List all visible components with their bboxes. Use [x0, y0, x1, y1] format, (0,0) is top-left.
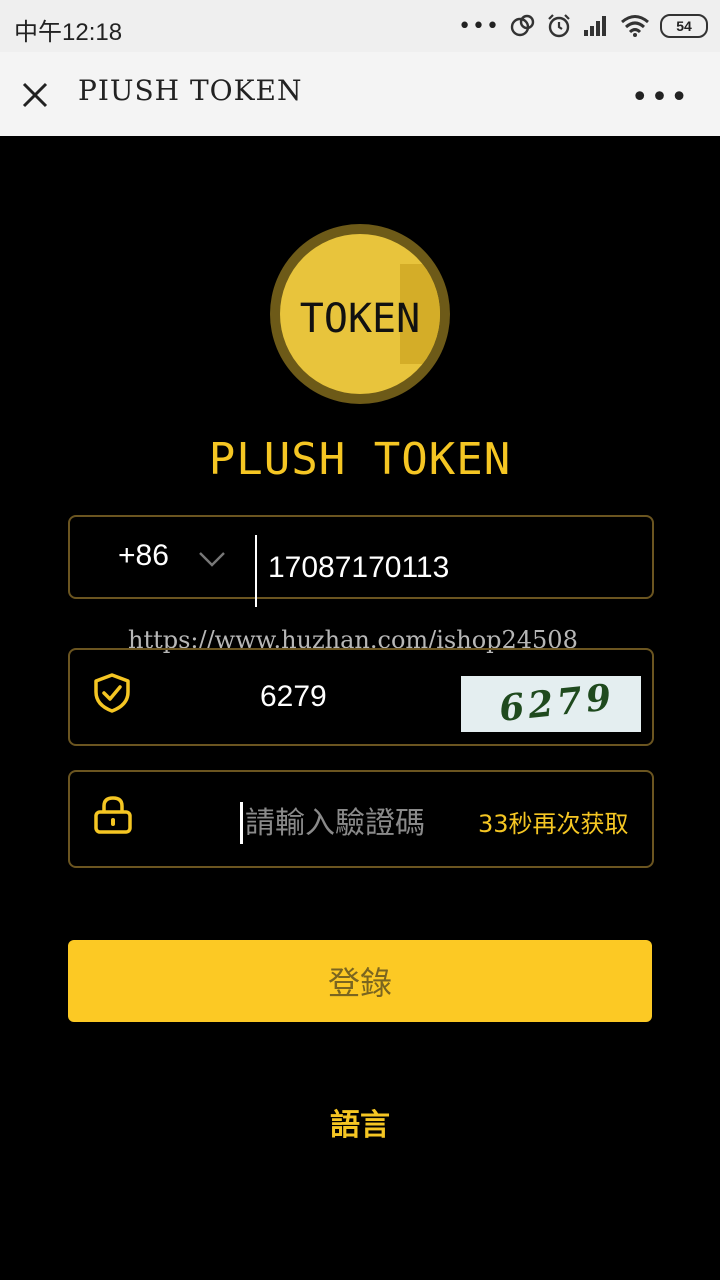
wifi-icon	[621, 15, 649, 37]
alarm-icon	[548, 14, 570, 38]
phone-field: +86 17087170113	[68, 515, 654, 607]
captcha-input[interactable]: 6279	[260, 680, 327, 714]
captcha-image[interactable]: 6279	[461, 676, 641, 732]
status-bar: 中午12:18 ••• 54	[0, 0, 720, 52]
page-title: PIUSH TOKEN	[78, 74, 303, 107]
lock-icon	[94, 796, 132, 834]
login-button[interactable]: 登錄	[68, 940, 652, 1022]
chevron-down-icon[interactable]	[198, 551, 226, 567]
app-name: PLUSH TOKEN	[208, 434, 512, 485]
verification-code-field: 33秒再次获取	[68, 770, 654, 868]
phone-input[interactable]: 17087170113	[268, 551, 449, 585]
shield-check-icon	[94, 673, 130, 713]
logo-coin: TOKEN	[280, 234, 440, 394]
title-bar: PIUSH TOKEN •••	[0, 52, 720, 136]
captcha-image-text: 6279	[497, 676, 618, 730]
status-icons: ••• 54	[458, 10, 708, 42]
country-code-selector[interactable]: +86	[118, 539, 169, 573]
language-button[interactable]: 語言	[0, 1100, 720, 1144]
battery-icon: 54	[660, 14, 708, 38]
close-icon[interactable]	[18, 78, 52, 112]
captcha-field: 6279 6279	[68, 648, 654, 746]
more-icon[interactable]: •••	[631, 80, 690, 115]
logo-text: TOKEN	[299, 296, 421, 342]
data-saver-icon	[510, 14, 535, 37]
token-logo: TOKEN	[270, 224, 450, 404]
more-dots-icon: •••	[458, 13, 500, 39]
resend-code-button[interactable]: 33秒再次获取	[478, 804, 629, 839]
field-divider	[255, 535, 257, 607]
verification-code-input[interactable]	[240, 802, 467, 844]
status-time: 中午12:18	[14, 19, 123, 46]
signal-icon	[584, 16, 606, 36]
